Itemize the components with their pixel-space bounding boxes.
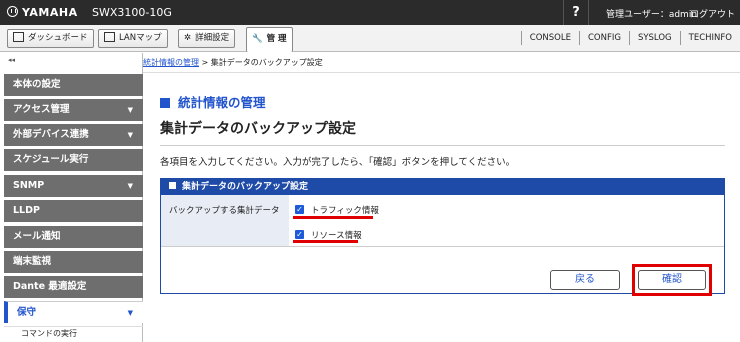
square-icon: [169, 182, 176, 189]
sidebar-item-terminal-monitor[interactable]: 端末監視: [4, 251, 143, 273]
sidebar-item-label: スケジュール実行: [13, 154, 89, 165]
brand-name: YAMAHA: [22, 6, 78, 19]
sidebar-item-label: メール通知: [13, 231, 61, 242]
nav-bar: ダッシュボード LANマップ ✲ 詳細設定 🔧 管 理 CONSOLE CONFIG S…: [0, 25, 740, 52]
dashboard-icon: [13, 32, 24, 42]
field-options: ✓ トラフィック情報 ✓ リソース情報: [289, 195, 724, 247]
sidebar-item-label: 保守: [17, 307, 37, 318]
instruction-text: 各項目を入力してください。入力が完了したら、「確認」ボタンを押してください。: [160, 157, 516, 168]
traffic-label[interactable]: トラフィック情報: [311, 204, 379, 216]
sidebar-subitem-command[interactable]: コマンドの実行: [4, 326, 143, 342]
sidebar-item-maintenance[interactable]: 保守 ▼: [4, 301, 143, 323]
page-title: 集計データのバックアップ設定: [160, 121, 356, 137]
section-heading-text: 統計情報の管理: [178, 95, 266, 110]
techinfo-link[interactable]: TECHINFO: [679, 31, 740, 45]
breadcrumb-current: 集計データのバックアップ設定: [210, 58, 323, 67]
chevron-down-icon: ▼: [127, 182, 133, 190]
help-button[interactable]: ?: [563, 0, 589, 25]
collapse-sidebar-icon[interactable]: ◂◂: [8, 56, 15, 64]
chevron-down-icon: ▼: [127, 106, 133, 114]
sidebar-item-external-devices[interactable]: 外部デバイス連携 ▼: [4, 124, 143, 146]
sidebar-item-label: LLDP: [13, 205, 40, 216]
chevron-down-icon: ▼: [127, 131, 133, 139]
console-link[interactable]: CONSOLE: [520, 31, 579, 45]
sidebar-item-lldp[interactable]: LLDP: [4, 200, 143, 222]
sidebar-item-label: 外部デバイス連携: [13, 129, 89, 140]
sidebar-item-label: Dante 最適設定: [13, 281, 87, 292]
gear-icon: ✲: [184, 33, 192, 43]
syslog-link[interactable]: SYSLOG: [628, 31, 680, 45]
sidebar-item-device-settings[interactable]: 本体の設定: [4, 74, 143, 96]
advanced-settings-button[interactable]: ✲ 詳細設定: [178, 29, 236, 48]
panel-title: 集計データのバックアップ設定: [182, 182, 309, 192]
breadcrumb-separator: >: [199, 58, 211, 67]
user-label: 管理ユーザー：admin: [606, 10, 698, 20]
back-button[interactable]: 戻る: [550, 270, 620, 290]
sidebar-item-snmp[interactable]: SNMP ▼: [4, 175, 143, 197]
advanced-label: 詳細設定: [195, 33, 230, 43]
dashboard-label: ダッシュボード: [28, 33, 88, 43]
highlight-underline: [293, 216, 373, 219]
yamaha-logo: YAMAHA: [7, 6, 78, 19]
yamaha-mark-icon: [7, 6, 18, 17]
lanmap-button[interactable]: LANマップ: [98, 29, 168, 48]
logout-link[interactable]: ログアウト: [690, 7, 735, 20]
lanmap-label: LANマップ: [119, 33, 162, 43]
model-name: SWX3100-10G: [92, 6, 172, 19]
sidebar-item-label: SNMP: [13, 180, 45, 191]
highlight-underline: [293, 240, 358, 243]
sidebar-item-dante[interactable]: Dante 最適設定: [4, 276, 143, 298]
lanmap-icon: [104, 32, 115, 42]
sidebar-item-label: 本体の設定: [13, 79, 61, 90]
field-label: バックアップする集計データ: [161, 195, 289, 247]
top-bar: YAMAHA SWX3100-10G ? 管理ユーザー：admin ログアウト: [0, 0, 740, 25]
breadcrumb-link[interactable]: 統計情報の管理: [143, 58, 199, 67]
dashboard-button[interactable]: ダッシュボード: [7, 29, 94, 48]
chevron-down-icon: ▼: [127, 309, 133, 317]
breadcrumb: 統計情報の管理 > 集計データのバックアップ設定: [143, 53, 740, 73]
admin-label: 管 理: [266, 34, 287, 44]
sidebar-item-access-management[interactable]: アクセス管理 ▼: [4, 99, 143, 121]
sidebar-item-label: 端末監視: [13, 256, 52, 267]
section-heading: 統計情報の管理: [160, 92, 266, 111]
panel-header: 集計データのバックアップ設定: [161, 179, 724, 195]
config-link[interactable]: CONFIG: [578, 31, 629, 45]
tab-admin[interactable]: 🔧 管 理: [246, 27, 293, 52]
confirm-button[interactable]: 確認: [638, 270, 706, 290]
sidebar-item-mail[interactable]: メール通知: [4, 226, 143, 248]
sidebar-item-label: アクセス管理: [13, 104, 70, 115]
wrench-icon: 🔧: [252, 34, 263, 44]
resource-checkbox[interactable]: ✓: [295, 230, 304, 239]
traffic-checkbox[interactable]: ✓: [295, 205, 304, 214]
utility-links: CONSOLE CONFIG SYSLOG TECHINFO: [520, 31, 740, 47]
title-divider: [160, 145, 725, 146]
sidebar-item-schedule[interactable]: スケジュール実行: [4, 149, 143, 171]
sidebar: ◂◂: [0, 53, 143, 342]
statistics-icon: [160, 98, 170, 108]
